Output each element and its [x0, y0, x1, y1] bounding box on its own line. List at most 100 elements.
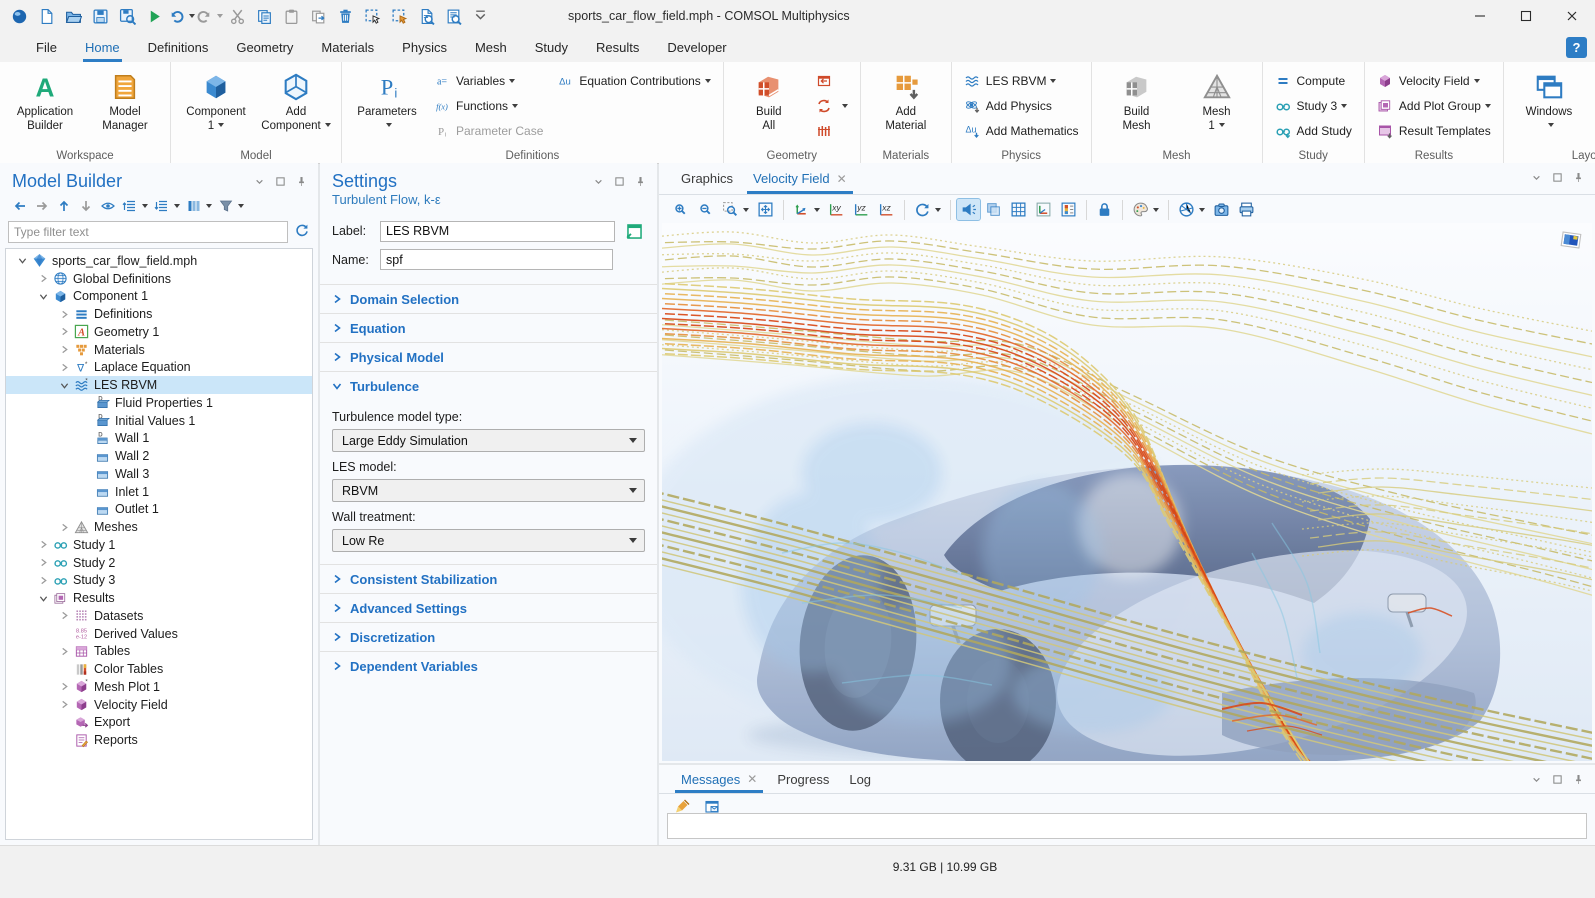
ribbon-component-1-button[interactable]: Component1 [176, 65, 256, 133]
ribbon-windows-button[interactable]: Windows [1509, 65, 1589, 133]
tab-messages[interactable]: Messages✕ [671, 765, 767, 793]
dropdown-turbulence-model-type[interactable]: Large Eddy Simulation [332, 429, 645, 452]
collapse-chevron-icon[interactable] [1530, 773, 1543, 786]
zoom-extents-icon[interactable] [754, 199, 777, 220]
lock-icon[interactable] [1093, 199, 1116, 220]
color-legend-icon[interactable] [1057, 199, 1080, 220]
label-field[interactable] [380, 221, 615, 242]
pin-icon[interactable] [634, 175, 647, 188]
tree-right-chevron-icon[interactable] [35, 540, 51, 549]
search-document-icon[interactable] [413, 3, 439, 29]
tree-right-chevron-icon[interactable] [56, 363, 72, 372]
minimize-button[interactable] [1457, 0, 1503, 32]
collapse-chevron-icon[interactable] [592, 175, 605, 188]
ribbon-variables-button[interactable]: a=Variables [427, 68, 550, 93]
section-turbulence[interactable]: Turbulence [320, 372, 657, 400]
ribbon-add-physics-button[interactable]: Add Physics [957, 93, 1086, 118]
tree-right-chevron-icon[interactable] [56, 700, 72, 709]
tree-item-laplace-equation[interactable]: ∇*Laplace Equation [6, 359, 312, 377]
tree-item-wall-2[interactable]: Wall 2 [6, 447, 312, 465]
nav-forward-icon[interactable] [32, 196, 52, 216]
tree-item-fluid-properties-1[interactable]: DFluid Properties 1 [6, 394, 312, 412]
tree-right-chevron-icon[interactable] [56, 611, 72, 620]
orientation-axes-icon[interactable] [790, 199, 823, 220]
save-as-icon[interactable] [114, 3, 140, 29]
graphics-canvas[interactable] [662, 223, 1592, 761]
ribbon-les-rbvm-button[interactable]: LES RBVM [957, 68, 1086, 93]
cut-icon[interactable] [224, 3, 250, 29]
float-window-icon[interactable] [1551, 773, 1564, 786]
tree-item-sports-car-flow-field-mph[interactable]: sports_car_flow_field.mph [6, 252, 312, 270]
tree-item-wall-1[interactable]: DWall 1 [6, 430, 312, 448]
snapshot-camera-icon[interactable] [1210, 199, 1233, 220]
tree-right-chevron-icon[interactable] [56, 523, 72, 532]
ribbon-parameter-case-button[interactable]: PiParameter Case [427, 118, 550, 143]
grid-icon[interactable] [1007, 199, 1030, 220]
tree-down-chevron-icon[interactable] [35, 292, 51, 301]
scene-light-icon[interactable] [957, 199, 980, 220]
zoom-in-icon[interactable] [669, 199, 692, 220]
tree-item-export[interactable]: Export [6, 714, 312, 732]
close-button[interactable] [1549, 0, 1595, 32]
ribbon-study-3-button[interactable]: Study 3 [1268, 93, 1359, 118]
show-in-model-builder-button[interactable] [623, 220, 645, 242]
menu-tab-definitions[interactable]: Definitions [134, 32, 223, 62]
maximize-button[interactable] [1503, 0, 1549, 32]
section-consistent-stabilization[interactable]: Consistent Stabilization [320, 565, 657, 593]
tree-item-derived-values[interactable]: 8.85e-12Derived Values [6, 625, 312, 643]
ribbon-add-plot-group-button[interactable]: Add Plot Group [1370, 93, 1498, 118]
ribbon-application-builder-button[interactable]: AApplicationBuilder [5, 65, 85, 133]
collapse-tree-icon[interactable] [120, 196, 150, 216]
menu-tab-home[interactable]: Home [71, 32, 134, 62]
app-logo-icon[interactable] [6, 3, 32, 29]
tree-item-inlet-1[interactable]: Inlet 1 [6, 483, 312, 501]
pin-icon[interactable] [1572, 171, 1585, 184]
float-window-icon[interactable] [1551, 171, 1564, 184]
section-equation[interactable]: Equation [320, 314, 657, 342]
menu-tab-study[interactable]: Study [521, 32, 582, 62]
plot-thumbnail-icon[interactable] [1560, 229, 1582, 256]
help-button[interactable]: ? [1566, 37, 1587, 58]
section-physical-model[interactable]: Physical Model [320, 343, 657, 371]
ribbon-add-material-button[interactable]: AddMaterial [866, 65, 946, 133]
color-palette-icon[interactable] [1129, 199, 1162, 220]
tree-item-datasets[interactable]: Datasets [6, 607, 312, 625]
pin-icon[interactable] [1572, 773, 1585, 786]
move-down-icon[interactable] [76, 196, 96, 216]
tree-right-chevron-icon[interactable] [35, 558, 51, 567]
tree-item-geometry-1[interactable]: AGeometry 1 [6, 323, 312, 341]
open-folder-icon[interactable] [60, 3, 86, 29]
menu-tab-mesh[interactable]: Mesh [461, 32, 521, 62]
tree-item-materials[interactable]: Materials [6, 341, 312, 359]
view-yz-icon[interactable]: yz [850, 199, 873, 220]
tree-down-chevron-icon[interactable] [35, 594, 51, 603]
filter-funnel-icon[interactable] [216, 196, 246, 216]
deselect-region-icon[interactable] [386, 3, 412, 29]
transparency-icon[interactable] [982, 199, 1005, 220]
float-window-icon[interactable] [613, 175, 626, 188]
dropdown-les-model[interactable]: RBVM [332, 479, 645, 502]
close-tab-icon[interactable]: ✕ [747, 772, 757, 786]
ribbon-functions-button[interactable]: f(x)Functions [427, 93, 550, 118]
delete-icon[interactable] [332, 3, 358, 29]
tree-right-chevron-icon[interactable] [35, 576, 51, 585]
tree-right-chevron-icon[interactable] [56, 310, 72, 319]
run-icon[interactable] [141, 3, 167, 29]
filter-input[interactable] [8, 221, 288, 243]
ribbon-add-mathematics-button[interactable]: ΔuAdd Mathematics [957, 118, 1086, 143]
undo-icon[interactable] [168, 3, 195, 29]
tree-item-meshes[interactable]: Meshes [6, 518, 312, 536]
rotate-view-icon[interactable] [911, 199, 944, 220]
ribbon-build-mesh-button[interactable]: BuildMesh [1097, 65, 1177, 133]
show-eye-icon[interactable] [98, 196, 118, 216]
tree-item-study-1[interactable]: Study 1 [6, 536, 312, 554]
menu-tab-physics[interactable]: Physics [388, 32, 461, 62]
overflow-chevron-icon[interactable] [467, 3, 493, 29]
environment-icon[interactable] [1175, 199, 1208, 220]
section-discretization[interactable]: Discretization [320, 623, 657, 651]
tree-down-chevron-icon[interactable] [14, 256, 30, 265]
move-up-icon[interactable] [54, 196, 74, 216]
tree-item-study-3[interactable]: Study 3 [6, 572, 312, 590]
refresh-icon[interactable] [294, 222, 310, 243]
ribbon-reset-desktop-button[interactable]: ResetDesktop [1589, 65, 1595, 133]
